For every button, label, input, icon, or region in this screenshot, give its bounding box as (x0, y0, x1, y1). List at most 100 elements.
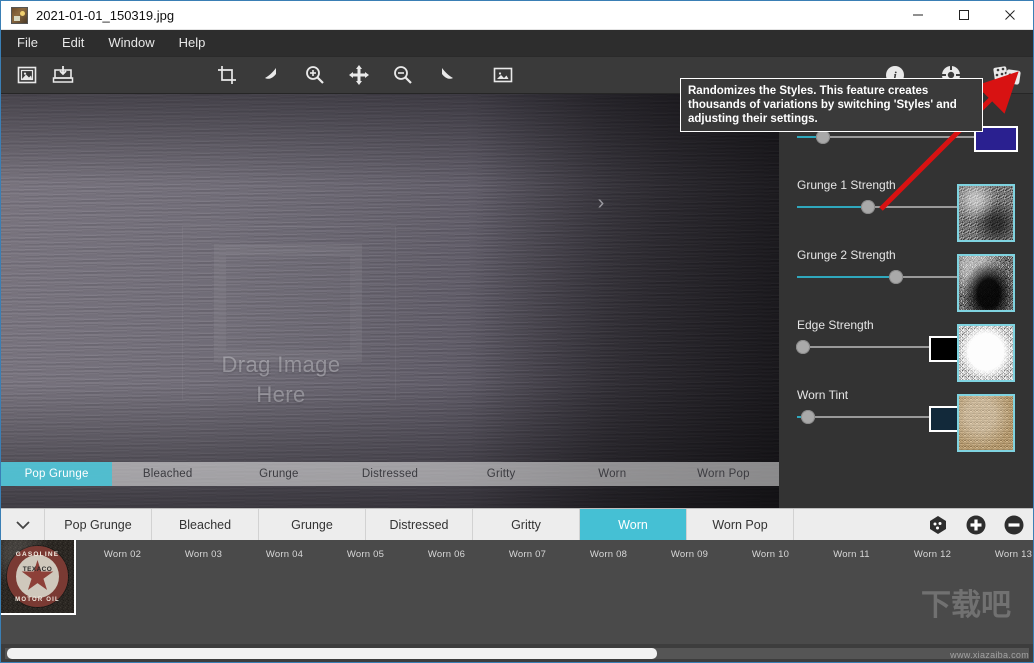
list-item[interactable]: GASOLINE TEXACO MOTOR OIL Worn 13 (973, 543, 1033, 560)
export-image-icon[interactable] (485, 57, 521, 93)
control-label-edge-strength: Edge Strength (797, 318, 874, 332)
undo-icon[interactable] (253, 57, 289, 93)
styles-settings-panel: Tone Grunge 1 Strength Grunge 2 St (779, 94, 1033, 508)
canvas-overlay-style-tabs: Pop Grunge Bleached Grunge Distressed Gr… (1, 462, 779, 486)
overlay-tab-grunge[interactable]: Grunge (223, 462, 334, 486)
main-area: Drag Image Here › Pop Grunge Bleached Gr… (1, 94, 1033, 508)
chevron-down-icon[interactable] (1, 509, 45, 540)
texture-thumbnail-grunge-1[interactable] (957, 184, 1015, 242)
slider-knob[interactable] (796, 340, 810, 354)
tab-gritty[interactable]: Gritty (473, 509, 580, 540)
preset-label: Worn 06 (428, 549, 465, 560)
list-item[interactable]: GASOLINE TEXACO MOTOR OIL Worn 11 (811, 543, 892, 560)
tabbar-spacer (794, 509, 919, 540)
tab-worn-pop[interactable]: Worn Pop (687, 509, 794, 540)
list-item[interactable]: GASOLINE TEXACO MOTOR OIL Worn 09 (649, 543, 730, 560)
tab-bleached[interactable]: Bleached (152, 509, 259, 540)
tab-worn[interactable]: Worn (580, 509, 687, 540)
preset-label: Worn 05 (347, 549, 384, 560)
remove-preset-icon[interactable] (995, 509, 1033, 540)
texture-thumbnail-grunge-2[interactable] (957, 254, 1015, 312)
randomize-preset-icon[interactable] (919, 509, 957, 540)
control-worn-tint: Worn Tint (789, 388, 1023, 458)
sign-bottom-text: MOTOR OIL (1, 597, 74, 603)
control-edge-strength: Edge Strength (789, 318, 1023, 388)
preset-label: Worn 11 (833, 549, 869, 560)
pan-move-icon[interactable] (341, 57, 377, 93)
preset-label: Worn 13 (995, 549, 1032, 560)
tab-pop-grunge[interactable]: Pop Grunge (45, 509, 152, 540)
overlay-tab-gritty[interactable]: Gritty (446, 462, 557, 486)
preset-label: Worn 03 (185, 549, 222, 560)
menu-bar: File Edit Window Help (1, 30, 1033, 56)
preset-label: Worn 10 (752, 549, 789, 560)
slider-tone[interactable] (797, 130, 983, 144)
scrollbar-thumb[interactable] (7, 648, 657, 659)
list-item[interactable]: GASOLINE TEXACO MOTOR OIL Worn 08 (568, 543, 649, 560)
tab-distressed[interactable]: Distressed (366, 509, 473, 540)
slider-fill (797, 276, 896, 278)
crop-icon[interactable] (209, 57, 245, 93)
list-item[interactable]: GASOLINE TEXACO MOTOR OIL Worn 10 (730, 543, 811, 560)
overlay-tab-pop-grunge[interactable]: Pop Grunge (1, 462, 112, 486)
drop-target-outline (214, 244, 362, 362)
preset-label: Worn 12 (914, 549, 951, 560)
overlay-tab-worn-pop[interactable]: Worn Pop (668, 462, 779, 486)
preset-label: Worn 04 (266, 549, 303, 560)
control-label-grunge-2-strength: Grunge 2 Strength (797, 248, 896, 262)
slider-knob[interactable] (861, 200, 875, 214)
list-item[interactable]: GASOLINE TEXACO MOTOR OIL Worn 03 (163, 543, 244, 560)
maximize-button[interactable] (941, 1, 987, 30)
window-controls (895, 1, 1033, 30)
preset-label: Worn 09 (671, 549, 708, 560)
menu-help[interactable]: Help (167, 31, 218, 55)
add-preset-icon[interactable] (957, 509, 995, 540)
drag-placeholder-line2: Here (1, 380, 561, 410)
overlay-tab-worn[interactable]: Worn (557, 462, 668, 486)
slider-grunge-1-strength[interactable] (797, 200, 983, 214)
zoom-out-icon[interactable] (385, 57, 421, 93)
texture-thumbnail-worn[interactable] (957, 394, 1015, 452)
close-button[interactable] (987, 1, 1033, 30)
control-label-grunge-1-strength: Grunge 1 Strength (797, 178, 896, 192)
list-item[interactable]: GASOLINE TEXACO MOTOR OIL Worn 04 (244, 543, 325, 560)
slider-knob[interactable] (889, 270, 903, 284)
preset-thumbnail-strip[interactable]: GASOLINE TEXACO MOTOR OIL Worn 01 GASOLI… (1, 540, 1033, 644)
list-item[interactable]: GASOLINE TEXACO MOTOR OIL Worn 05 (325, 543, 406, 560)
minimize-button[interactable] (895, 1, 941, 30)
menu-file[interactable]: File (5, 31, 50, 55)
tooltip: Randomizes the Styles. This feature crea… (680, 78, 983, 132)
style-tab-bar: Pop Grunge Bleached Grunge Distressed Gr… (1, 508, 1033, 540)
preset-thumbnail[interactable]: GASOLINE TEXACO MOTOR OIL (1, 540, 74, 613)
list-item[interactable]: GASOLINE TEXACO MOTOR OIL Worn 02 (82, 543, 163, 560)
sign-top-text: GASOLINE (1, 551, 74, 558)
menu-window[interactable]: Window (96, 31, 166, 55)
preset-label: Worn 08 (590, 549, 627, 560)
title-bar: 2021-01-01_150319.jpg (1, 1, 1033, 30)
menu-edit[interactable]: Edit (50, 31, 96, 55)
redo-icon[interactable] (429, 57, 465, 93)
slider-knob[interactable] (816, 130, 830, 144)
overlay-tab-bleached[interactable]: Bleached (112, 462, 223, 486)
watermark-large: 下载吧 (921, 580, 1011, 624)
slider-knob[interactable] (801, 410, 815, 424)
open-image-icon[interactable] (9, 57, 45, 93)
image-canvas[interactable]: Drag Image Here › Pop Grunge Bleached Gr… (1, 94, 779, 508)
control-grunge-2-strength: Grunge 2 Strength (789, 248, 1023, 318)
sign-brand-text: TEXACO (1, 566, 74, 573)
list-item[interactable]: GASOLINE TEXACO MOTOR OIL Worn 06 (406, 543, 487, 560)
image-file-icon (11, 7, 28, 24)
list-item[interactable]: GASOLINE TEXACO MOTOR OIL Worn 12 (892, 543, 973, 560)
horizontal-scrollbar[interactable]: www.xiazaiba.com (1, 644, 1033, 662)
slider-fill (797, 206, 868, 208)
overlay-tab-distressed[interactable]: Distressed (334, 462, 445, 486)
texture-thumbnail-edge[interactable] (957, 324, 1015, 382)
zoom-in-icon[interactable] (297, 57, 333, 93)
randomize-dice-icon[interactable] (989, 57, 1025, 93)
save-image-icon[interactable] (45, 57, 81, 93)
list-item[interactable]: GASOLINE TEXACO MOTOR OIL Worn 07 (487, 543, 568, 560)
chevron-right-icon[interactable]: › (591, 190, 611, 216)
slider-grunge-2-strength[interactable] (797, 270, 983, 284)
scrollbar-track[interactable] (5, 648, 1029, 659)
tab-grunge[interactable]: Grunge (259, 509, 366, 540)
